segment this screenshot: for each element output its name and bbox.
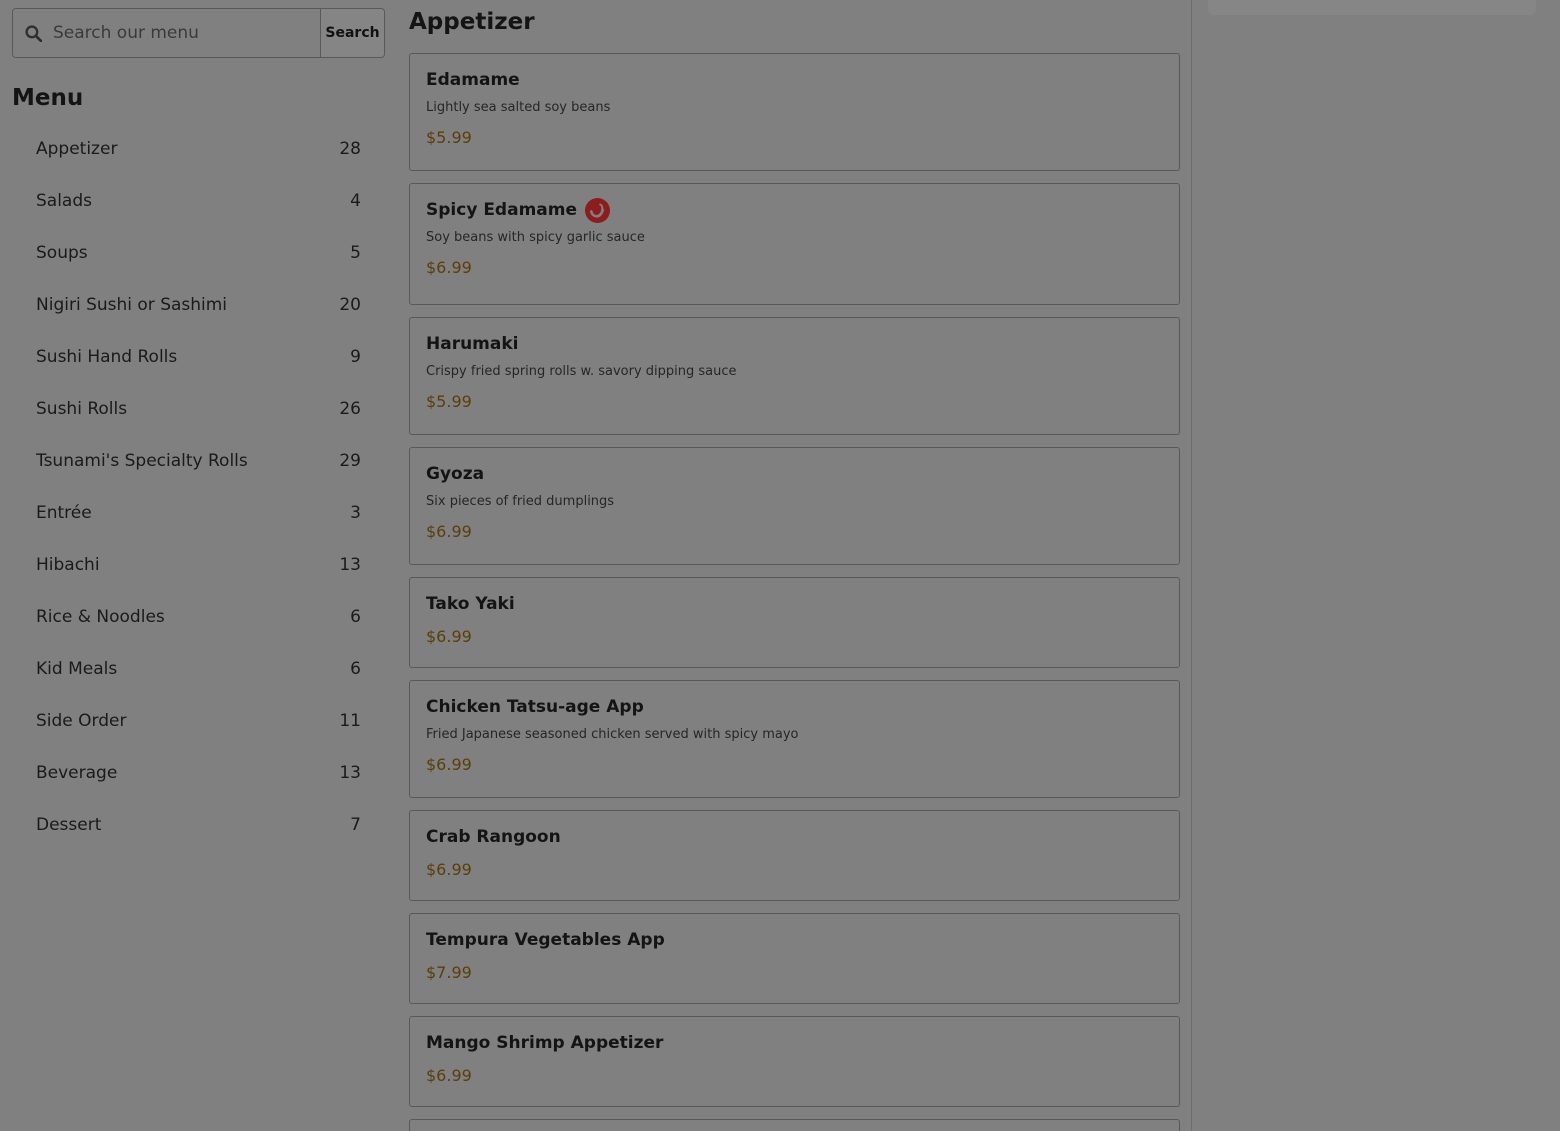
item-description: Six pieces of fried dumplings <box>426 494 615 509</box>
item-name: Tako Yaki <box>426 594 515 614</box>
item-price: $5.99 <box>426 128 472 147</box>
category-item-nigiri[interactable]: Nigiri Sushi or Sashimi 20 <box>12 279 385 331</box>
category-count: 11 <box>339 711 361 731</box>
item-description: Soy beans with spicy garlic sauce <box>426 230 645 245</box>
item-name: Spicy Edamame <box>426 200 577 220</box>
item-name: Tempura Vegetables App <box>426 930 665 950</box>
item-description: Lightly sea salted soy beans <box>426 100 611 115</box>
category-label: Nigiri Sushi or Sashimi <box>36 295 228 315</box>
category-count: 7 <box>350 815 361 835</box>
menu-item-card[interactable]: Tako Yaki $6.99 <box>409 577 1180 668</box>
menu-heading: Menu <box>12 85 84 111</box>
menu-item-card[interactable]: Harumaki Crispy fried spring rolls w. sa… <box>409 317 1180 435</box>
category-item-side-order[interactable]: Side Order 11 <box>12 695 385 747</box>
category-label: Hibachi <box>36 555 100 575</box>
category-count: 13 <box>339 555 361 575</box>
sidebar: Search Menu Appetizer 28 Salads 4 Soups 5 N… <box>12 8 385 851</box>
category-item-rice-noodles[interactable]: Rice & Noodles 6 <box>12 591 385 643</box>
search-button[interactable]: Search <box>320 9 384 57</box>
category-label: Soups <box>36 243 88 263</box>
category-label: Sushi Hand Rolls <box>36 347 178 367</box>
category-label: Entrée <box>36 503 92 523</box>
item-description: Fried Japanese seasoned chicken served w… <box>426 727 799 742</box>
item-price: $6.99 <box>426 627 472 646</box>
item-price: $6.99 <box>426 522 472 541</box>
category-label: Beverage <box>36 763 118 783</box>
item-description: Crispy fried spring rolls w. savory dipp… <box>426 364 737 379</box>
page: Search Menu Appetizer 28 Salads 4 Soups 5 N… <box>0 0 1560 1131</box>
menu-item-card[interactable]: Edamame Lightly sea salted soy beans $5.… <box>409 53 1180 171</box>
search-input[interactable] <box>42 9 320 57</box>
category-item-sushi-rolls[interactable]: Sushi Rolls 26 <box>12 383 385 435</box>
item-price: $5.99 <box>426 392 472 411</box>
column-divider <box>1191 0 1192 1131</box>
search-icon <box>25 24 42 42</box>
category-item-hibachi[interactable]: Hibachi 13 <box>12 539 385 591</box>
category-item-hand-rolls[interactable]: Sushi Hand Rolls 9 <box>12 331 385 383</box>
category-count: 26 <box>339 399 361 419</box>
category-count: 13 <box>339 763 361 783</box>
category-count: 4 <box>350 191 361 211</box>
item-name: Gyoza <box>426 464 485 484</box>
category-label: Salads <box>36 191 92 211</box>
category-count: 6 <box>350 607 361 627</box>
category-count: 28 <box>339 139 361 159</box>
menu-item-card[interactable]: Chicken Tatsu-age App Fried Japanese sea… <box>409 680 1180 798</box>
category-item-dessert[interactable]: Dessert 7 <box>12 799 385 851</box>
category-item-beverage[interactable]: Beverage 13 <box>12 747 385 799</box>
menu-item-card[interactable]: Tempura Vegetables App $7.99 <box>409 913 1180 1004</box>
item-price: $7.99 <box>426 963 472 982</box>
section-title: Appetizer <box>409 9 535 35</box>
item-price: $6.99 <box>426 1066 472 1085</box>
search-field <box>13 9 320 57</box>
category-label: Side Order <box>36 711 127 731</box>
category-item-salads[interactable]: Salads 4 <box>12 175 385 227</box>
item-price: $6.99 <box>426 860 472 879</box>
cart-panel-placeholder <box>1208 0 1536 15</box>
menu-item-list: Edamame Lightly sea salted soy beans $5.… <box>409 53 1180 1131</box>
category-label: Kid Meals <box>36 659 118 679</box>
category-item-soups[interactable]: Soups 5 <box>12 227 385 279</box>
category-count: 3 <box>350 503 361 523</box>
category-label: Tsunami's Specialty Rolls <box>36 451 248 471</box>
category-count: 6 <box>350 659 361 679</box>
item-name: Chicken Tatsu-age App <box>426 697 644 717</box>
category-item-specialty-rolls[interactable]: Tsunami's Specialty Rolls 29 <box>12 435 385 487</box>
menu-content: Appetizer Edamame Lightly sea salted soy… <box>409 0 1180 1131</box>
menu-item-card-partial[interactable] <box>409 1119 1180 1131</box>
menu-item-card[interactable]: Spicy Edamame Soy beans with spicy garli… <box>409 183 1180 305</box>
item-name: Edamame <box>426 70 520 90</box>
category-item-kid-meals[interactable]: Kid Meals 6 <box>12 643 385 695</box>
category-count: 29 <box>339 451 361 471</box>
item-name: Crab Rangoon <box>426 827 561 847</box>
category-label: Appetizer <box>36 139 118 159</box>
menu-item-card[interactable]: Crab Rangoon $6.99 <box>409 810 1180 901</box>
menu-item-card[interactable]: Gyoza Six pieces of fried dumplings $6.9… <box>409 447 1180 565</box>
category-label: Sushi Rolls <box>36 399 128 419</box>
item-price: $6.99 <box>426 755 472 774</box>
category-item-appetizer[interactable]: Appetizer 28 <box>12 123 385 175</box>
spicy-pepper-icon <box>585 197 610 223</box>
category-count: 5 <box>350 243 361 263</box>
item-name: Mango Shrimp Appetizer <box>426 1033 664 1053</box>
search-bar: Search <box>12 8 385 58</box>
category-count: 9 <box>350 347 361 367</box>
category-item-entree[interactable]: Entrée 3 <box>12 487 385 539</box>
category-list: Appetizer 28 Salads 4 Soups 5 Nigiri Sushi … <box>12 123 385 851</box>
item-name: Harumaki <box>426 334 519 354</box>
category-count: 20 <box>339 295 361 315</box>
category-label: Dessert <box>36 815 102 835</box>
item-price: $6.99 <box>426 258 472 277</box>
menu-item-card[interactable]: Mango Shrimp Appetizer $6.99 <box>409 1016 1180 1107</box>
category-label: Rice & Noodles <box>36 607 165 627</box>
